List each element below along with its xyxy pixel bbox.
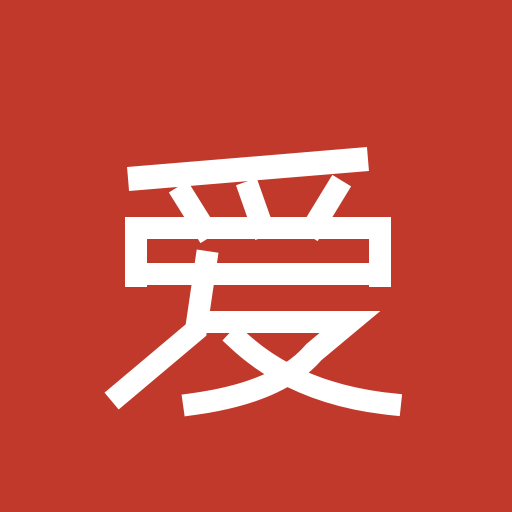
ai-character-glyph (104, 147, 403, 417)
app-icon-tile: 爱 (0, 0, 512, 512)
